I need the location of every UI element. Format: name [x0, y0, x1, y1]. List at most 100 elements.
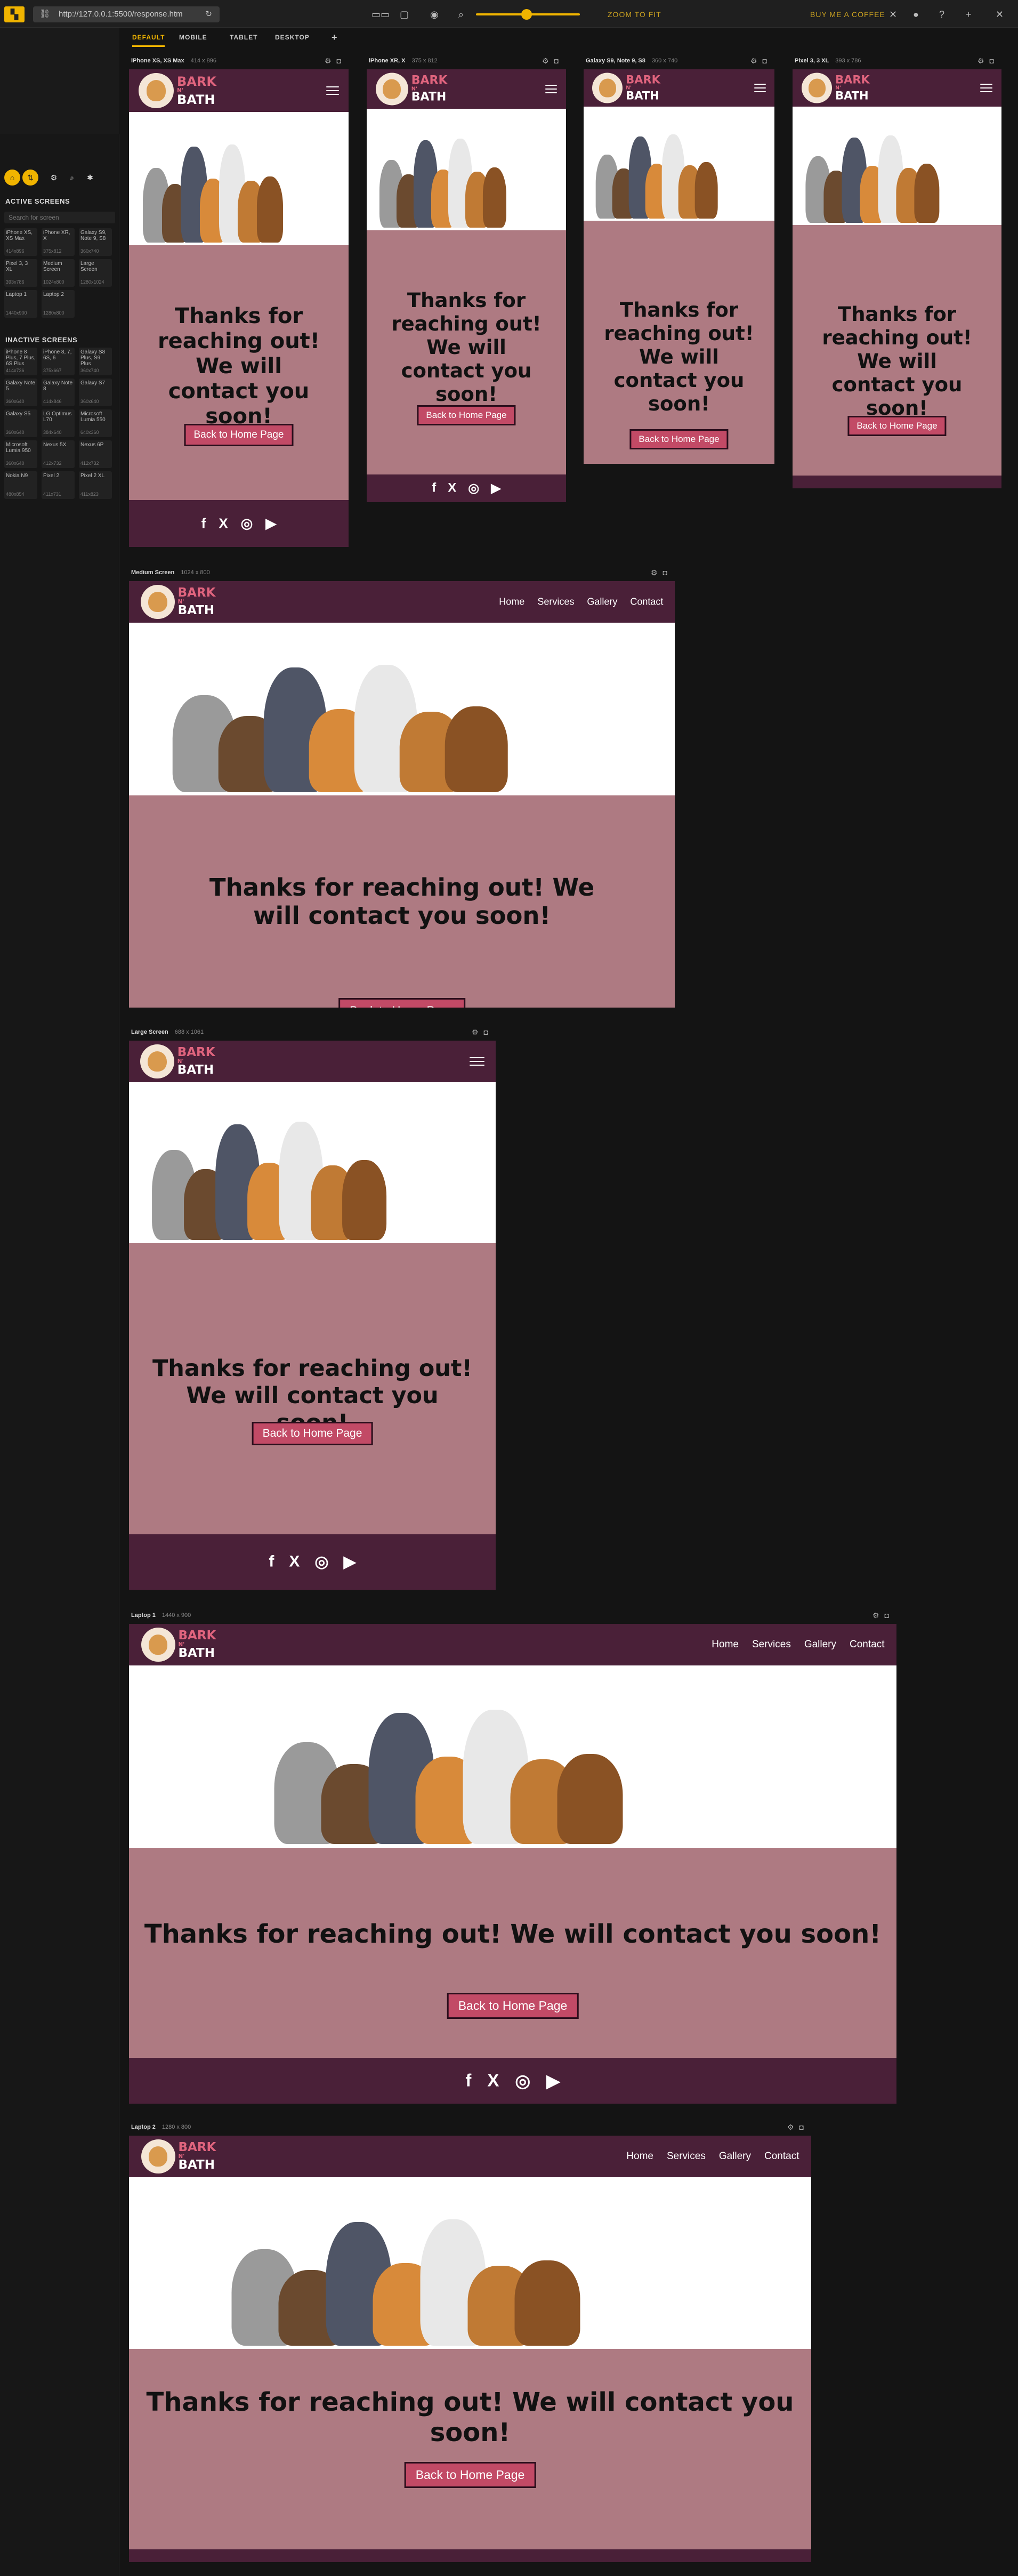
screen-card[interactable]: Galaxy Note 5 360x640 [4, 379, 37, 406]
tab-mobile[interactable]: MOBILE [179, 29, 207, 45]
nav-link-services[interactable]: Services [752, 1639, 791, 1651]
bug-icon[interactable]: ✱ [82, 170, 98, 186]
hamburger-menu-icon[interactable] [980, 81, 992, 95]
tab-desktop[interactable]: DESKTOP [275, 29, 310, 45]
back-home-button[interactable]: Back to Home Page [447, 1993, 579, 2019]
twitter-icon[interactable]: ✕ [889, 6, 897, 22]
brand-logo[interactable]: BARK N' BATH [592, 73, 660, 103]
screen-card[interactable]: Microsoft Lumia 550 640x360 [79, 409, 112, 437]
frame-settings-icon[interactable]: ⚙ [542, 57, 554, 65]
hamburger-menu-icon[interactable] [470, 1054, 485, 1068]
zoom-icon[interactable]: ⌕ [458, 6, 464, 22]
frame-settings-icon[interactable]: ⚙ [651, 568, 663, 577]
youtube-icon[interactable]: ▶ [265, 516, 276, 532]
nav-link-gallery[interactable]: Gallery [804, 1639, 836, 1651]
frame-settings-icon[interactable]: ⚙ [472, 1028, 484, 1036]
frame-screenshot-icon[interactable]: ◘ [663, 568, 673, 577]
nav-link-gallery[interactable]: Gallery [587, 597, 617, 608]
x-twitter-icon[interactable]: X [448, 481, 456, 496]
site-viewport[interactable]: BARK N' BATH Home Services Gallery Contact Than… [129, 581, 675, 1008]
frame-screenshot-icon[interactable]: ◘ [799, 2123, 809, 2131]
frame-settings-icon[interactable]: ⚙ [977, 57, 990, 65]
screen-card[interactable]: Laptop 1 1440x900 [4, 290, 37, 318]
screen-card[interactable]: Nokia N9 480x854 [4, 471, 37, 499]
instagram-icon[interactable]: ◎ [314, 1553, 328, 1572]
site-viewport[interactable]: BARK N' BATH Thanks for reaching out! We wi… [129, 1041, 496, 1590]
back-home-button[interactable]: Back to Home Page [417, 405, 516, 425]
x-twitter-icon[interactable]: X [289, 1553, 300, 1572]
brand-logo[interactable]: BARK N' BATH [139, 73, 216, 108]
frame-screenshot-icon[interactable]: ◘ [337, 57, 346, 65]
screen-card[interactable]: Pixel 2 411x731 [42, 471, 75, 499]
screen-card[interactable]: Galaxy S7 360x640 [79, 379, 112, 406]
facebook-icon[interactable]: f [465, 2071, 471, 2091]
camera-icon[interactable]: ◉ [430, 6, 439, 22]
nav-link-home[interactable]: Home [499, 597, 524, 608]
frame-screenshot-icon[interactable]: ◘ [484, 1028, 494, 1036]
frame-screenshot-icon[interactable]: ◘ [554, 57, 564, 65]
frame-screenshot-icon[interactable]: ◘ [990, 57, 999, 65]
screen-card[interactable]: Laptop 2 1280x800 [42, 290, 75, 318]
hamburger-menu-icon[interactable] [326, 84, 339, 98]
site-viewport[interactable]: BARK N' BATH Thanks for reaching out! We wi… [129, 69, 349, 547]
nav-link-services[interactable]: Services [667, 2151, 706, 2162]
add-tab-button[interactable]: + [332, 29, 338, 45]
frame-settings-icon[interactable]: ⚙ [872, 1611, 885, 1620]
nav-link-gallery[interactable]: Gallery [719, 2151, 751, 2162]
screen-card[interactable]: Galaxy S8 Plus, S9 Plus 360x740 [79, 348, 112, 375]
reload-icon[interactable]: ↻ [205, 6, 212, 22]
nav-link-services[interactable]: Services [537, 597, 574, 608]
x-twitter-icon[interactable]: X [487, 2071, 499, 2091]
add-icon[interactable]: + [966, 6, 972, 22]
device-toggle-icon[interactable]: ▭▭ [371, 6, 390, 22]
facebook-icon[interactable]: f [432, 481, 436, 496]
url-bar[interactable]: ⛓ http://127.0.0.1:5500/response.htm ↻ [33, 6, 220, 22]
site-viewport[interactable]: BARK N' BATH Thanks for reaching out! We wi… [367, 69, 566, 502]
devices-icon[interactable]: ⌂ [4, 170, 20, 186]
brand-logo[interactable]: BARK N' BATH [140, 1044, 215, 1078]
screen-card[interactable]: Galaxy S5 360x640 [4, 409, 37, 437]
settings-icon[interactable]: ⚙ [46, 170, 62, 186]
back-home-button[interactable]: Back to Home Page [338, 998, 465, 1008]
frame-settings-icon[interactable]: ⚙ [787, 2123, 799, 2131]
hamburger-menu-icon[interactable] [545, 82, 558, 96]
screen-card[interactable]: iPhone 8, 7, 6S, 6 375x667 [42, 348, 75, 375]
frame-settings-icon[interactable]: ⚙ [750, 57, 763, 65]
nav-link-home[interactable]: Home [626, 2151, 653, 2162]
sync-icon[interactable]: ⇅ [22, 170, 38, 186]
zoom-to-fit-button[interactable]: ZOOM TO FIT [608, 6, 661, 22]
site-viewport[interactable]: BARK N' BATH Thanks for reaching out! We wi… [793, 69, 1001, 488]
screen-card[interactable]: iPhone 8 Plus, 7 Plus, 6S Plus 414x736 [4, 348, 37, 375]
help-icon[interactable]: ? [939, 6, 944, 22]
screen-card[interactable]: iPhone XS, XS Max 414x896 [4, 228, 37, 256]
screen-card[interactable]: Galaxy Note 8 414x846 [42, 379, 75, 406]
screen-card[interactable]: Nexus 6P 412x732 [79, 440, 112, 468]
x-twitter-icon[interactable]: X [219, 516, 228, 532]
nav-link-home[interactable]: Home [712, 1639, 739, 1651]
back-home-button[interactable]: Back to Home Page [252, 1422, 373, 1445]
back-home-button[interactable]: Back to Home Page [629, 429, 729, 449]
tab-default[interactable]: DEFAULT [132, 29, 165, 47]
hamburger-menu-icon[interactable] [754, 81, 766, 95]
site-viewport[interactable]: BARK N' BATH Home Services Gallery Contact Than… [129, 2136, 811, 2562]
facebook-icon[interactable]: f [201, 516, 206, 532]
screen-card[interactable]: Nexus 5X 412x732 [42, 440, 75, 468]
instagram-icon[interactable]: ◎ [241, 516, 253, 532]
brand-logo[interactable]: BARK N' BATH [141, 1628, 216, 1662]
back-home-button[interactable]: Back to Home Page [184, 424, 294, 446]
brand-logo[interactable]: BARK N' BATH [141, 2139, 216, 2174]
tab-tablet[interactable]: TABLET [230, 29, 257, 45]
nav-link-contact[interactable]: Contact [850, 1639, 884, 1651]
youtube-icon[interactable]: ▶ [491, 481, 500, 496]
youtube-icon[interactable]: ▶ [344, 1553, 356, 1572]
close-icon[interactable]: ✕ [996, 6, 1004, 22]
screen-frame-icon[interactable]: ▢ [400, 6, 409, 22]
facebook-icon[interactable]: f [269, 1553, 274, 1572]
brand-logo[interactable]: BARK N' BATH [375, 73, 448, 106]
buy-coffee-link[interactable]: BUY ME A COFFEE [810, 6, 885, 22]
screen-card[interactable]: LG Optimus L70 384x640 [42, 409, 75, 437]
zoom-slider[interactable] [476, 9, 580, 20]
screen-card[interactable]: Large Screen 1280x1024 [79, 259, 112, 287]
screen-card[interactable]: iPhone XR, X 375x812 [42, 228, 75, 256]
back-home-button[interactable]: Back to Home Page [847, 416, 947, 436]
